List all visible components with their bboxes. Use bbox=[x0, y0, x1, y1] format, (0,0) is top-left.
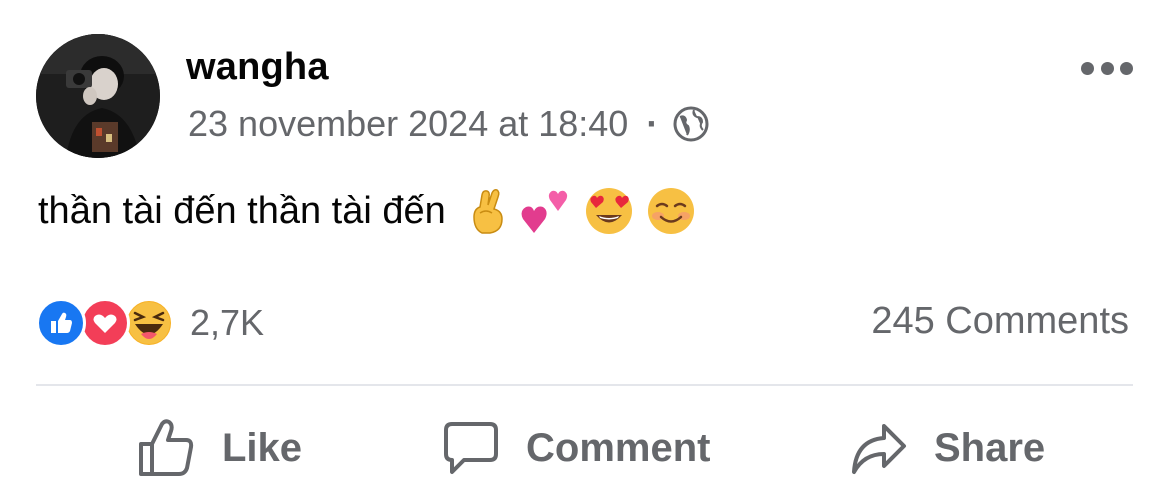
like-button[interactable]: Like bbox=[136, 408, 302, 488]
globe-icon[interactable] bbox=[672, 105, 710, 143]
haha-reaction-icon bbox=[124, 298, 174, 348]
love-reaction-icon bbox=[80, 298, 130, 348]
more-horizontal-icon[interactable] bbox=[1081, 58, 1133, 78]
speech-bubble-icon bbox=[444, 422, 498, 474]
share-label: Share bbox=[934, 425, 1046, 470]
post-meta: 23 november 2024 at 18:40 · bbox=[188, 102, 710, 146]
comment-button[interactable]: Comment bbox=[442, 408, 710, 488]
like-label: Like bbox=[222, 425, 303, 470]
comment-label: Comment bbox=[526, 425, 711, 470]
comments-count[interactable]: 245 Comments bbox=[871, 300, 1129, 343]
share-arrow-icon bbox=[852, 424, 906, 474]
thumbs-up-icon bbox=[139, 419, 194, 476]
timestamp[interactable]: 23 november 2024 at 18:40 bbox=[188, 103, 628, 145]
two-hearts-emoji bbox=[521, 190, 567, 233]
post-text: thần tài đến thần tài đến bbox=[38, 189, 446, 232]
post-card: wangha 23 november 2024 at 18:40 · thần … bbox=[0, 0, 1169, 504]
meta-separator: · bbox=[646, 103, 659, 144]
reaction-count: 2,7K bbox=[190, 302, 265, 343]
heart-eyes-emoji bbox=[585, 188, 632, 234]
action-bar: Like Comment Share bbox=[0, 408, 1169, 488]
like-reaction-icon bbox=[36, 298, 86, 348]
author-name[interactable]: wangha bbox=[186, 46, 329, 89]
divider bbox=[36, 384, 1133, 386]
post-text-row: thần tài đến thần tài đến bbox=[38, 186, 696, 236]
emoji-group bbox=[468, 186, 696, 236]
pinched-fingers-emoji bbox=[473, 189, 503, 234]
share-button[interactable]: Share bbox=[850, 408, 1045, 488]
reactions-summary[interactable]: 2,7K bbox=[36, 296, 264, 350]
smiling-blush-emoji bbox=[647, 188, 694, 234]
avatar[interactable] bbox=[36, 34, 160, 158]
